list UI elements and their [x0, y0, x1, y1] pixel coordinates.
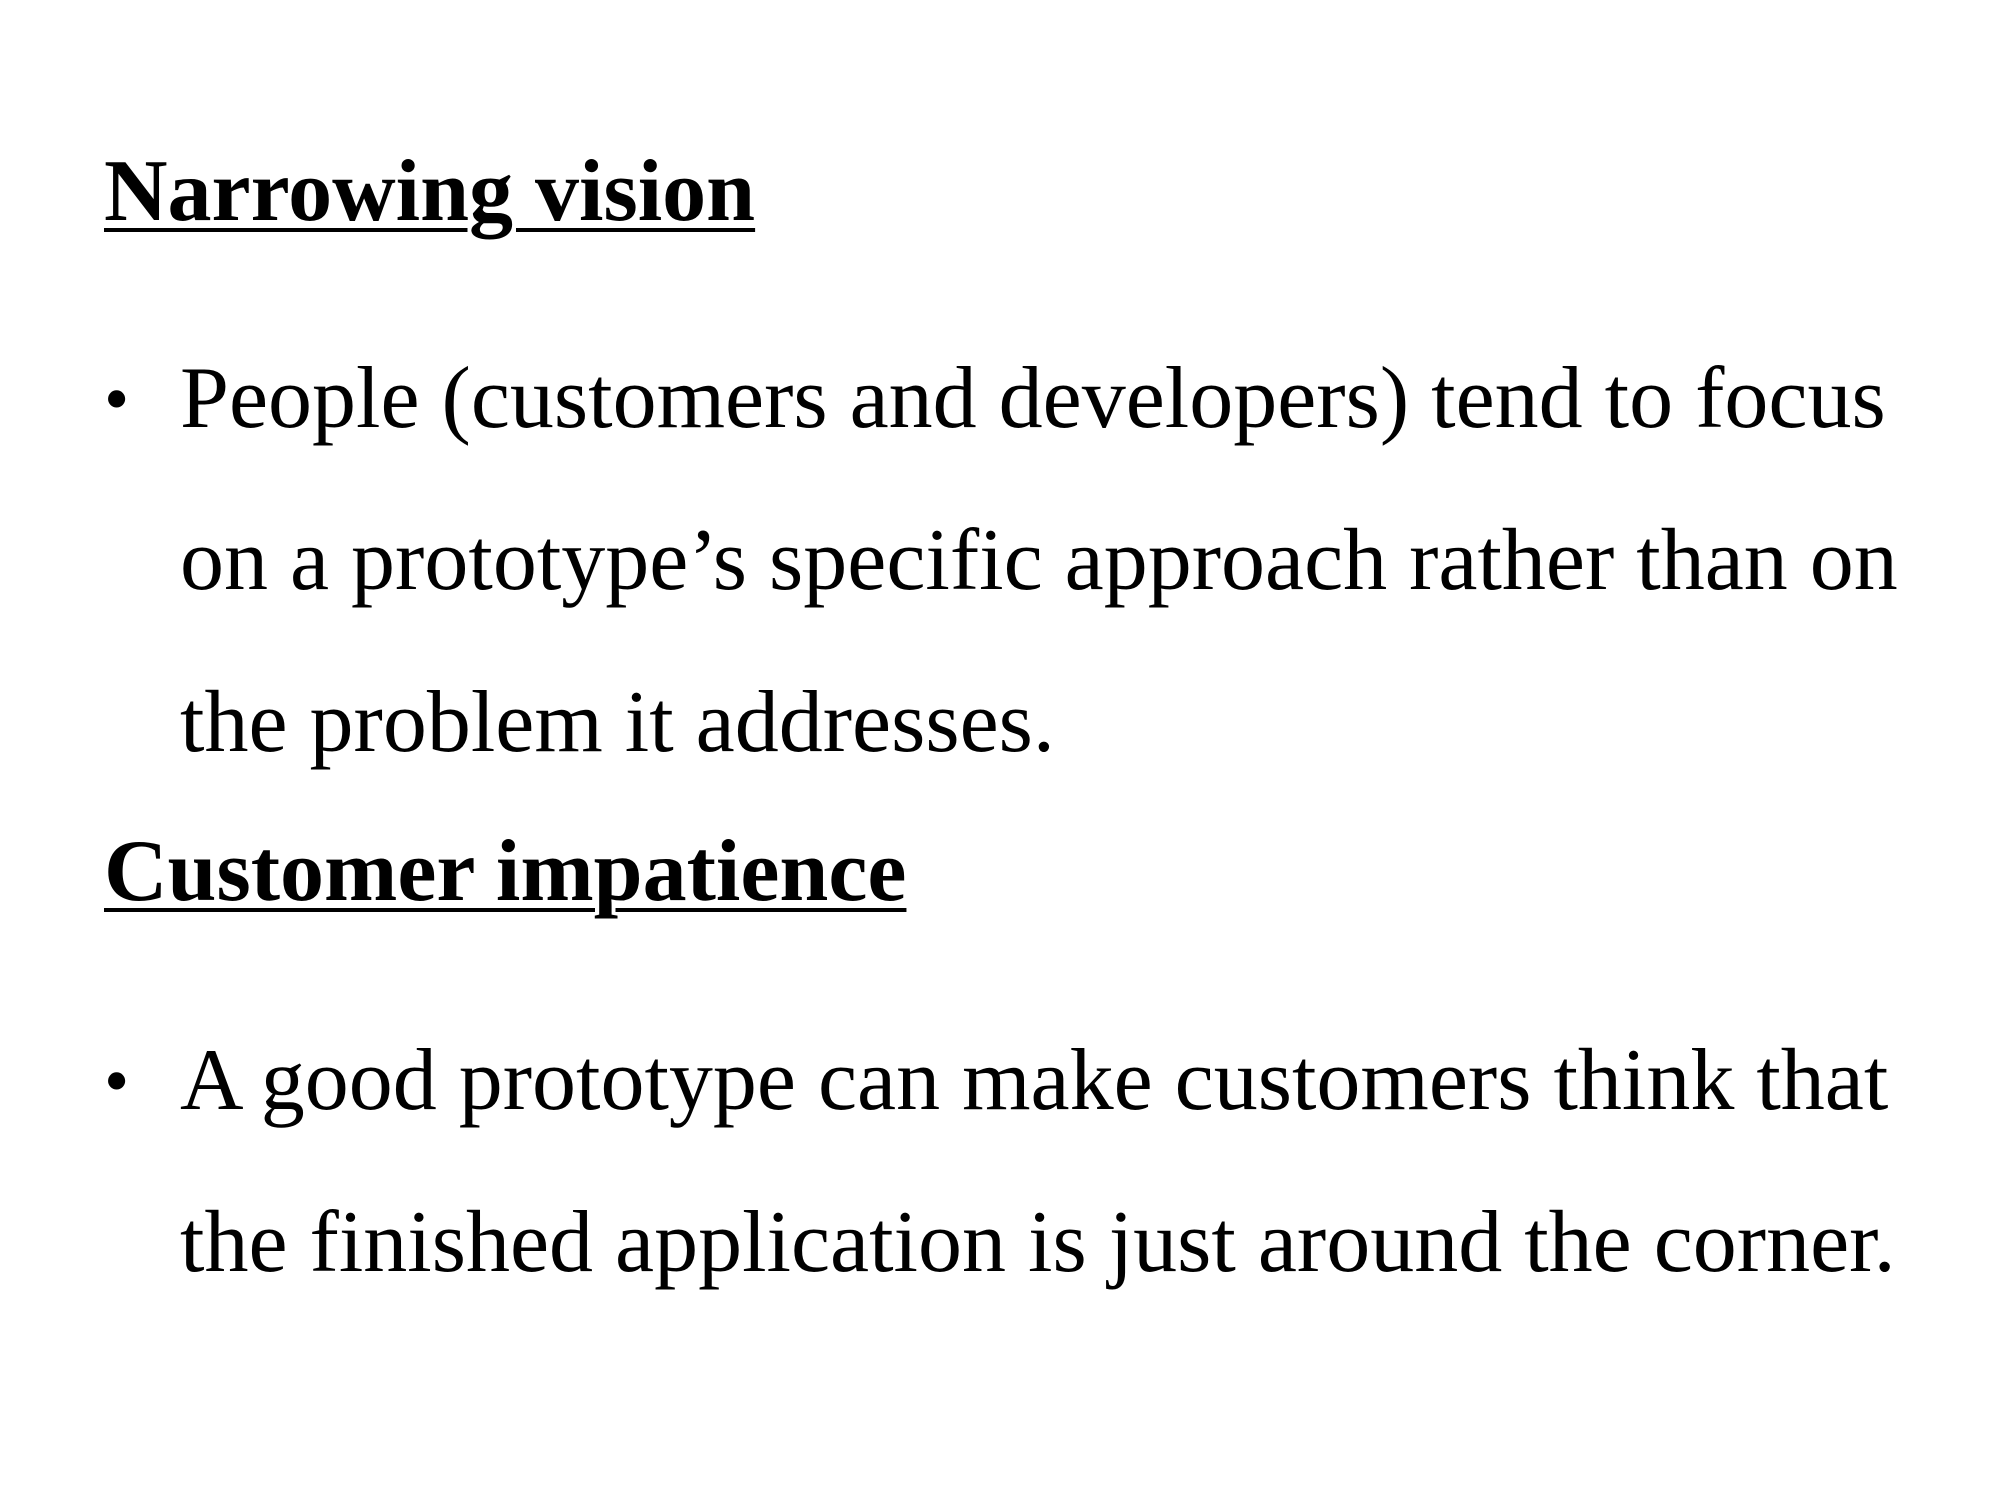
bullet-text-line: People (customers and developers) tend t…	[180, 350, 1886, 447]
bullet-text-line: the problem it addresses.	[180, 674, 1055, 771]
bullet-text: A good prototype can make customers thin…	[180, 1000, 1896, 1324]
bullet-text-line: the finished application is just around …	[180, 1194, 1896, 1291]
bullet-text: People (customers and developers) tend t…	[180, 318, 1898, 804]
section-heading-narrowing-vision: Narrowing vision	[104, 143, 756, 240]
section-heading-customer-impatience: Customer impatience	[104, 823, 907, 920]
slide: Narrowing vision • People (customers and…	[0, 0, 2000, 1500]
bullet-text-line: A good prototype can make customers thin…	[180, 1032, 1889, 1129]
bullet-text-line: on a prototype’s specific approach rathe…	[180, 512, 1898, 609]
bullet-icon: •	[104, 1041, 130, 1121]
bullet-icon: •	[104, 359, 130, 439]
